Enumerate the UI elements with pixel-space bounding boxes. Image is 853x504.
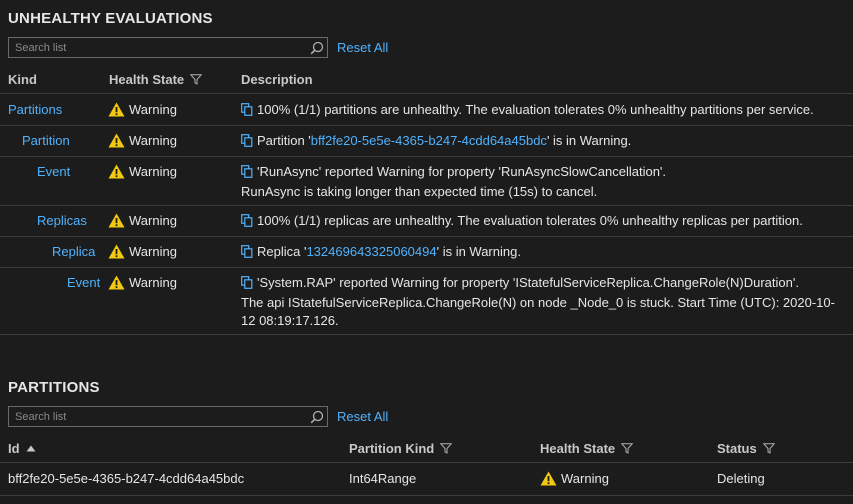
column-header-partition-kind-label: Partition Kind <box>349 441 435 456</box>
health-state-cell: Warning <box>540 471 609 486</box>
search-icon[interactable] <box>307 38 327 57</box>
warning-icon <box>108 275 125 290</box>
column-header-health-state-label: Health State <box>540 441 616 456</box>
column-header-id-label: Id <box>8 441 20 456</box>
health-state-label: Warning <box>129 244 177 259</box>
column-header-health-state-label: Health State <box>109 72 185 87</box>
warning-icon <box>540 471 557 486</box>
warning-icon <box>108 102 125 117</box>
copy-icon[interactable] <box>241 276 253 294</box>
column-header-id[interactable]: Id <box>8 441 36 456</box>
description-line-3: 12 08:19:17.126. <box>241 313 339 328</box>
column-header-kind-label: Kind <box>8 72 37 87</box>
description-text-suffix: ' is in Warning. <box>546 133 632 148</box>
description-cell: 100% (1/1) partitions are unhealthy. The… <box>241 101 841 121</box>
row-divider <box>0 236 853 237</box>
unhealthy-search-box[interactable] <box>8 37 328 58</box>
copy-icon[interactable] <box>241 134 253 152</box>
health-state-label: Warning <box>561 471 609 486</box>
copy-icon[interactable] <box>241 245 253 263</box>
description-cell: 100% (1/1) replicas are unhealthy. The e… <box>241 212 841 232</box>
warning-icon <box>108 244 125 259</box>
row-divider <box>0 495 853 496</box>
status-cell: Deleting <box>717 471 765 486</box>
health-state-cell: Warning <box>108 275 177 290</box>
filter-icon[interactable] <box>762 443 775 454</box>
health-state-cell: Warning <box>108 102 177 117</box>
kind-link-replicas[interactable]: Replicas <box>37 213 87 228</box>
column-header-kind[interactable]: Kind <box>8 72 37 87</box>
column-header-description[interactable]: Description <box>241 72 313 87</box>
partition-id-link[interactable]: bff2fe20-5e5e-4365-b247-4cdd64a45bdc <box>311 133 547 148</box>
row-divider <box>0 156 853 157</box>
row-divider <box>0 125 853 126</box>
description-line-1: 'RunAsync' reported Warning for property… <box>257 164 667 179</box>
kind-link-event[interactable]: Event <box>67 275 100 290</box>
column-header-status-label: Status <box>717 441 757 456</box>
copy-icon[interactable] <box>241 214 253 232</box>
header-divider <box>0 462 853 463</box>
filter-icon[interactable] <box>190 74 203 85</box>
warning-icon <box>108 133 125 148</box>
sort-ascending-icon[interactable] <box>26 445 36 452</box>
partitions-reset-all-link[interactable]: Reset All <box>337 409 388 424</box>
partitions-title: PARTITIONS <box>8 379 100 396</box>
health-state-label: Warning <box>129 102 177 117</box>
filter-icon[interactable] <box>440 443 453 454</box>
description-cell: 'RunAsync' reported Warning for property… <box>241 163 841 201</box>
row-divider <box>0 267 853 268</box>
description-text: 100% (1/1) replicas are unhealthy. The e… <box>257 213 803 228</box>
unhealthy-evaluations-title: UNHEALTHY EVALUATIONS <box>8 10 213 27</box>
health-state-label: Warning <box>129 213 177 228</box>
column-header-status[interactable]: Status <box>717 441 775 456</box>
description-cell: Partition 'bff2fe20-5e5e-4365-b247-4cdd6… <box>241 132 841 152</box>
search-icon[interactable] <box>307 407 327 426</box>
copy-icon[interactable] <box>241 103 253 121</box>
description-line-2: RunAsync is taking longer than expected … <box>241 184 598 199</box>
description-cell: Replica '132469643325060494' is in Warni… <box>241 243 841 263</box>
column-header-health-state[interactable]: Health State <box>109 72 203 87</box>
description-text-prefix: Replica ' <box>257 244 307 259</box>
health-state-cell: Warning <box>108 244 177 259</box>
kind-link-event[interactable]: Event <box>37 164 70 179</box>
unhealthy-search-input[interactable] <box>9 38 307 57</box>
description-text: 100% (1/1) partitions are unhealthy. The… <box>257 102 814 117</box>
row-divider <box>0 334 853 335</box>
row-divider <box>0 205 853 206</box>
copy-icon[interactable] <box>241 165 253 183</box>
description-text-suffix: ' is in Warning. <box>436 244 521 259</box>
health-state-cell: Warning <box>108 164 177 179</box>
column-header-description-label: Description <box>241 72 313 87</box>
warning-icon <box>108 213 125 228</box>
partitions-search-input[interactable] <box>9 407 307 426</box>
description-cell: 'System.RAP' reported Warning for proper… <box>241 274 841 330</box>
kind-link-replica[interactable]: Replica <box>52 244 95 259</box>
health-state-cell: Warning <box>108 133 177 148</box>
description-line-1: 'System.RAP' reported Warning for proper… <box>257 275 799 290</box>
kind-link-partitions[interactable]: Partitions <box>8 102 62 117</box>
health-state-cell: Warning <box>108 213 177 228</box>
warning-icon <box>108 164 125 179</box>
partition-id-link[interactable]: bff2fe20-5e5e-4365-b247-4cdd64a45bdc <box>8 471 244 486</box>
column-header-health-state[interactable]: Health State <box>540 441 634 456</box>
partitions-search-box[interactable] <box>8 406 328 427</box>
partition-kind-cell: Int64Range <box>349 471 417 486</box>
filter-icon[interactable] <box>621 443 634 454</box>
replica-id-link[interactable]: 132469643325060494 <box>306 244 436 259</box>
description-line-2: The api IStatefulServiceReplica.ChangeRo… <box>241 295 835 310</box>
health-state-label: Warning <box>129 275 177 290</box>
kind-link-partition[interactable]: Partition <box>22 133 70 148</box>
unhealthy-reset-all-link[interactable]: Reset All <box>337 40 388 55</box>
column-header-partition-kind[interactable]: Partition Kind <box>349 441 453 456</box>
health-state-label: Warning <box>129 133 177 148</box>
description-text-prefix: Partition ' <box>257 133 311 148</box>
health-state-label: Warning <box>129 164 177 179</box>
header-divider <box>0 93 853 94</box>
